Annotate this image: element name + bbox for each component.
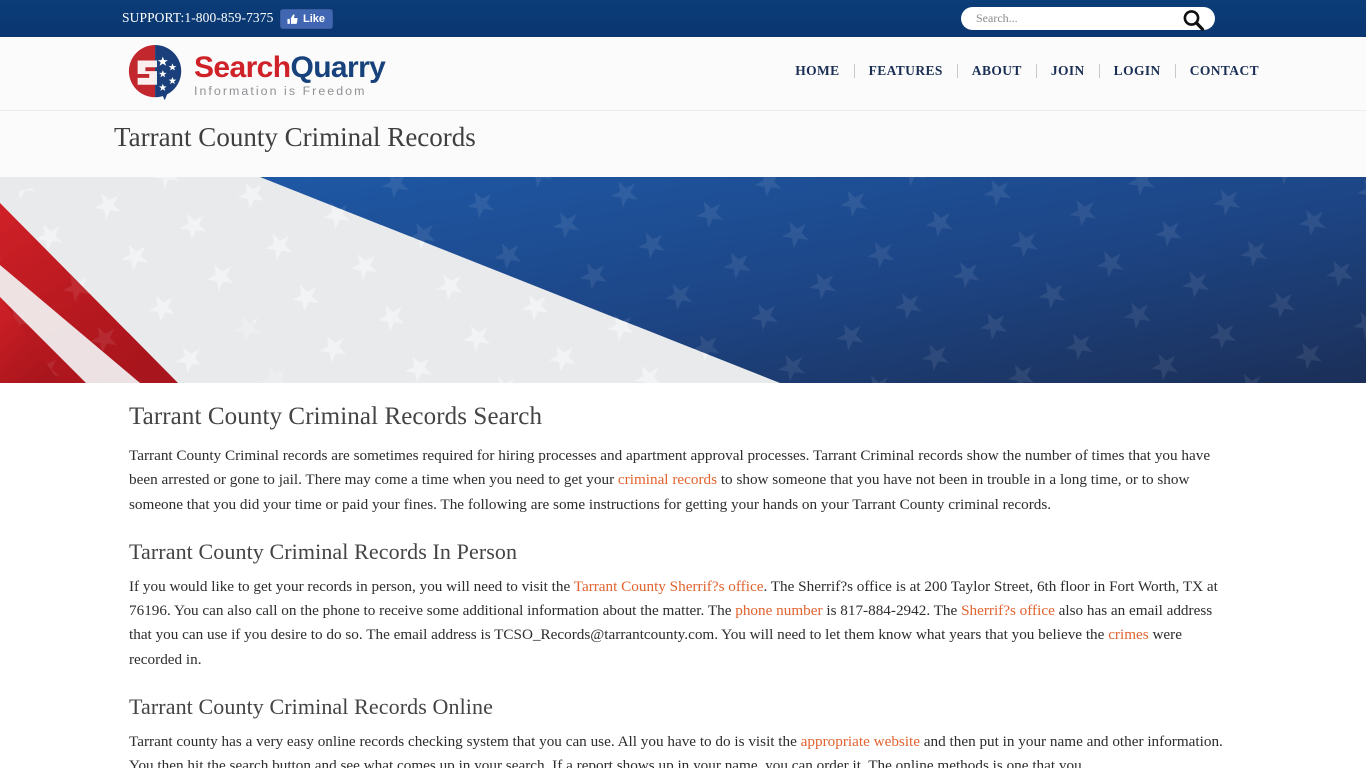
text-run: Tarrant county has a very easy online re… (129, 733, 801, 751)
nav-item-features[interactable]: FEATURES (855, 63, 957, 79)
nav-item-home[interactable]: HOME (781, 63, 853, 79)
section-heading-in-person: Tarrant County Criminal Records In Perso… (129, 538, 518, 564)
american-flag-background (0, 177, 1366, 383)
section-paragraph-search: Tarrant County Criminal records are some… (129, 444, 1237, 517)
text-run: is 817-884-2942. The (822, 602, 962, 620)
section-paragraph-in-person: If you would like to get your records in… (129, 575, 1237, 672)
link-appropriate-website[interactable]: appropriate website (801, 733, 920, 750)
support-phone-text: SUPPORT:1-800-859-7375 (122, 10, 274, 25)
link-sheriff-office[interactable]: Sherrif?s office (961, 602, 1055, 619)
link-phone-number[interactable]: phone number (735, 602, 822, 619)
nav-item-contact[interactable]: CONTACT (1176, 63, 1273, 79)
logo-word-quarry: Quarry (290, 50, 386, 84)
searchquarry-logo-icon (128, 44, 182, 101)
logo-tagline: Information is Freedom (194, 83, 367, 98)
thumbs-up-icon (287, 13, 298, 24)
section-paragraph-online: Tarrant county has a very easy online re… (129, 730, 1237, 768)
top-utility-bar: SUPPORT:1-800-859-7375 Like (0, 0, 1366, 37)
facebook-like-label: Like (303, 12, 326, 25)
hero-search-banner: People Phone License Plate VIN Record Ty… (0, 177, 1366, 383)
link-tarrant-county-sheriff-office[interactable]: Tarrant County Sherrif?s office (574, 578, 764, 595)
page-title-bar: Tarrant County Criminal Records (0, 111, 1366, 177)
nav-item-join[interactable]: JOIN (1037, 63, 1099, 79)
nav-item-login[interactable]: LOGIN (1100, 63, 1175, 79)
nav-item-about[interactable]: ABOUT (958, 63, 1036, 79)
main-navigation: HOME FEATURES ABOUT JOIN LOGIN CONTACT (781, 63, 1273, 79)
text-run: If you would like to get your records in… (129, 577, 574, 595)
section-heading-search: Tarrant County Criminal Records Search (129, 403, 543, 430)
link-crimes[interactable]: crimes (1108, 626, 1148, 643)
page-title: Tarrant County Criminal Records (114, 122, 476, 152)
logo-wordmark: SearchQuarry (194, 50, 386, 84)
site-search-input[interactable] (974, 10, 1162, 27)
search-icon[interactable] (1178, 5, 1208, 35)
site-header: SearchQuarry Information is Freedom HOME… (0, 37, 1366, 111)
site-logo[interactable]: SearchQuarry Information is Freedom (126, 44, 386, 106)
section-heading-online: Tarrant County Criminal Records Online (129, 694, 493, 720)
logo-word-search: Search (194, 50, 291, 84)
facebook-like-button[interactable]: Like (280, 9, 334, 29)
article-body: Tarrant County Criminal Records Search T… (129, 383, 1237, 768)
link-criminal-records[interactable]: criminal records (618, 471, 717, 488)
page-content: Tarrant County Criminal Records Search T… (0, 383, 1366, 768)
site-search-box[interactable] (961, 7, 1215, 31)
